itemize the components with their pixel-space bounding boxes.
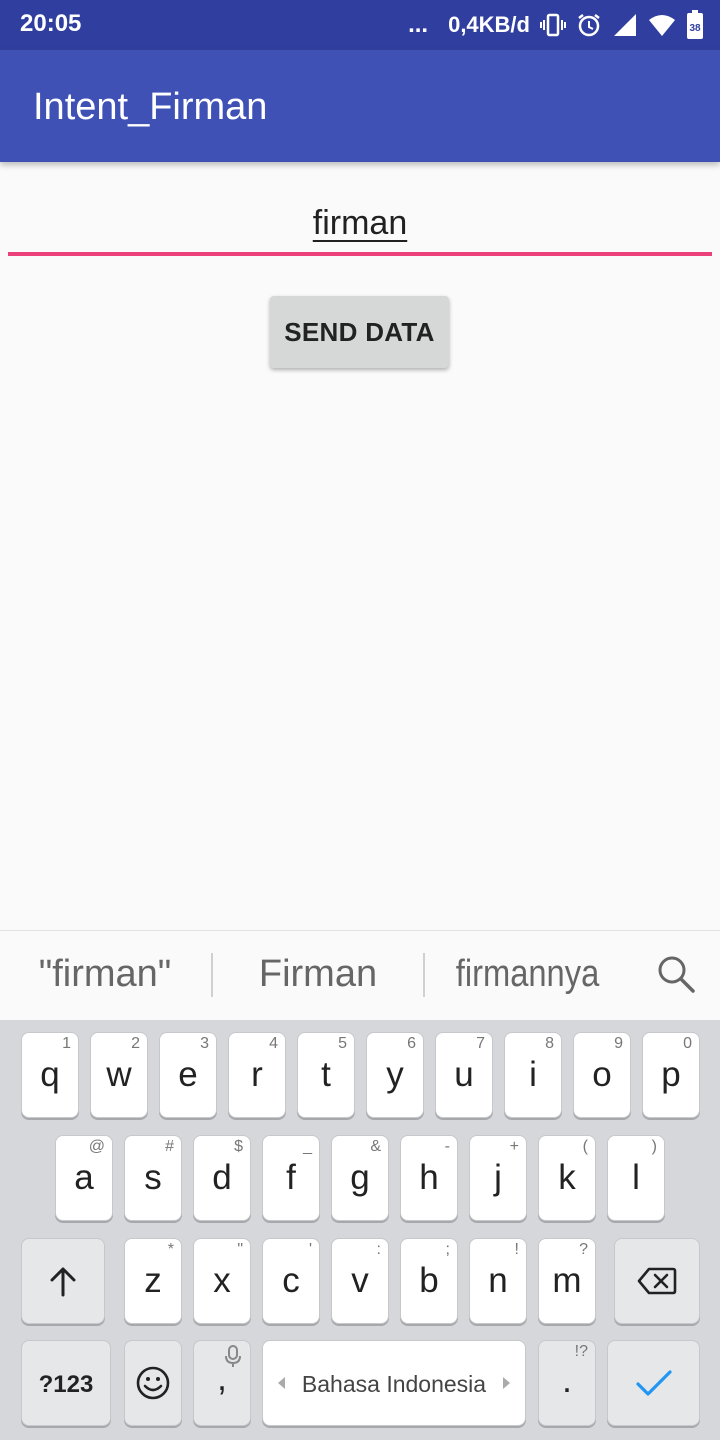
input-underline	[8, 252, 712, 256]
emoji-key[interactable]	[124, 1340, 182, 1426]
key-f[interactable]: _ f	[262, 1135, 320, 1221]
key-u[interactable]: 7u	[435, 1032, 493, 1118]
signal-icon	[612, 12, 638, 38]
key-c[interactable]: ' c	[262, 1238, 320, 1324]
key-h[interactable]: -h	[400, 1135, 458, 1221]
send-data-button[interactable]: SEND DATA	[270, 296, 449, 368]
checkmark-icon	[608, 1341, 699, 1425]
app-bar: Intent_Firman	[0, 50, 720, 162]
comma-key[interactable]: ,	[193, 1340, 251, 1426]
key-a[interactable]: @ a	[55, 1135, 113, 1221]
key-k[interactable]: (k	[538, 1135, 596, 1221]
key-i[interactable]: 8i	[504, 1032, 562, 1118]
space-key[interactable]: Bahasa Indonesia	[262, 1340, 526, 1426]
alarm-icon	[576, 12, 602, 38]
vibrate-icon	[540, 12, 566, 38]
key-e[interactable]: 3e	[159, 1032, 217, 1118]
enter-key[interactable]	[607, 1340, 700, 1426]
shift-arrow-icon	[22, 1239, 104, 1323]
key-y[interactable]: 6y	[366, 1032, 424, 1118]
key-s[interactable]: # s	[124, 1135, 182, 1221]
key-r[interactable]: 4r	[228, 1032, 286, 1118]
status-bar: 20:05 ... 0,4KB/d 38	[0, 0, 720, 50]
network-speed: 0,4KB/d	[448, 12, 530, 37]
backspace-icon	[615, 1239, 699, 1323]
key-w[interactable]: 2w	[90, 1032, 148, 1118]
battery-level: 38	[689, 23, 701, 34]
suggestion-item[interactable]: "firman"	[20, 953, 190, 996]
key-j[interactable]: + j	[469, 1135, 527, 1221]
key-b[interactable]: ; b	[400, 1238, 458, 1324]
status-icons: ... 0,4KB/d 38	[408, 8, 704, 42]
emoji-icon	[125, 1341, 181, 1425]
key-d[interactable]: $ d	[193, 1135, 251, 1221]
soft-keyboard: 1q 2w 3e 4r 5t 6y 7u 8i 9o 0p @ a # s $ d _…	[0, 1020, 720, 1440]
battery-icon: 38	[686, 10, 704, 40]
backspace-key[interactable]	[614, 1238, 700, 1324]
suggestion-divider	[423, 953, 425, 997]
key-v[interactable]: :v	[331, 1238, 389, 1324]
status-time: 20:05	[20, 10, 82, 37]
key-p[interactable]: 0p	[642, 1032, 700, 1118]
search-icon[interactable]	[656, 954, 696, 994]
symbols-key[interactable]: ?123	[21, 1340, 111, 1426]
key-n[interactable]: ! n	[469, 1238, 527, 1324]
suggestion-item[interactable]: Firman	[212, 953, 424, 996]
period-key[interactable]: !? .	[538, 1340, 596, 1426]
name-input[interactable]: firman	[8, 196, 712, 256]
key-x[interactable]: " x	[193, 1238, 251, 1324]
wifi-icon	[648, 13, 676, 37]
key-l[interactable]: ) l	[607, 1135, 665, 1221]
key-t[interactable]: 5t	[297, 1032, 355, 1118]
key-z[interactable]: * z	[124, 1238, 182, 1324]
suggestion-item[interactable]: firmannya	[439, 953, 615, 996]
input-value: firman	[312, 204, 408, 242]
key-g[interactable]: & g	[331, 1135, 389, 1221]
key-o[interactable]: 9o	[573, 1032, 631, 1118]
key-q[interactable]: 1q	[21, 1032, 79, 1118]
shift-key[interactable]	[21, 1238, 105, 1324]
chevron-right-icon	[503, 1377, 510, 1389]
suggestion-strip: "firman" Firman firmannya	[0, 930, 720, 1020]
app-title: Intent_Firman	[33, 86, 268, 128]
key-m[interactable]: ? m	[538, 1238, 596, 1324]
notification-dots: ...	[408, 11, 429, 38]
